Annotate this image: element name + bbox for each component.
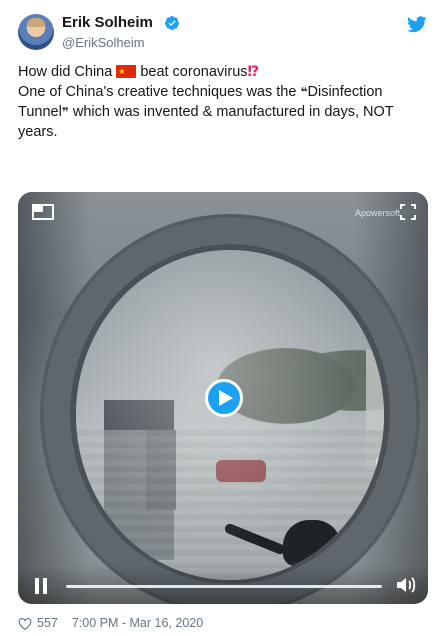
like-count[interactable]: 557 — [37, 616, 58, 630]
pause-icon[interactable] — [34, 578, 48, 594]
verified-badge-icon — [164, 16, 179, 30]
play-button[interactable] — [205, 379, 243, 417]
fullscreen-icon[interactable] — [400, 204, 416, 220]
tweet-card: Erik Solheim @ErikSolheim How did China b… — [0, 0, 444, 636]
tweet-footer: 557 7:00 PM - Mar 16, 2020 — [18, 614, 203, 632]
open-quote-emoji-icon: ❝ — [300, 85, 308, 99]
tweet-text-segment: How did China — [18, 64, 113, 80]
tweet-text-segment: One of China's creative techniques was t… — [18, 84, 301, 100]
avatar[interactable] — [18, 14, 54, 50]
video-player[interactable]: Apowersoft — [18, 192, 428, 604]
tweet-text-segment: which was invented & manufactured in day… — [18, 104, 394, 140]
play-icon — [218, 390, 233, 406]
tweet-text: How did China beat coronavirus⁉ One of Ch… — [18, 62, 428, 142]
interrobang-emoji-icon: ⁉ — [247, 64, 260, 80]
video-controls — [18, 564, 428, 604]
picture-in-picture-icon[interactable] — [32, 204, 54, 220]
author-handle[interactable]: @ErikSolheim — [62, 35, 145, 50]
author-name[interactable]: Erik Solheim — [62, 14, 153, 31]
tweet-text-segment: beat coronavirus — [140, 64, 248, 80]
progress-bar[interactable] — [66, 585, 382, 588]
volume-icon[interactable] — [396, 576, 418, 594]
twitter-bird-icon[interactable] — [407, 16, 427, 33]
video-watermark: Apowersoft — [354, 208, 400, 218]
heart-icon[interactable] — [18, 617, 32, 630]
china-flag-icon — [116, 62, 137, 82]
tweet-line-2: One of China's creative techniques was t… — [18, 82, 428, 142]
close-quote-emoji-icon: ❞ — [61, 105, 69, 119]
tweet-line-1: How did China beat coronavirus⁉ — [18, 62, 428, 82]
tweet-timestamp[interactable]: 7:00 PM - Mar 16, 2020 — [72, 616, 203, 630]
